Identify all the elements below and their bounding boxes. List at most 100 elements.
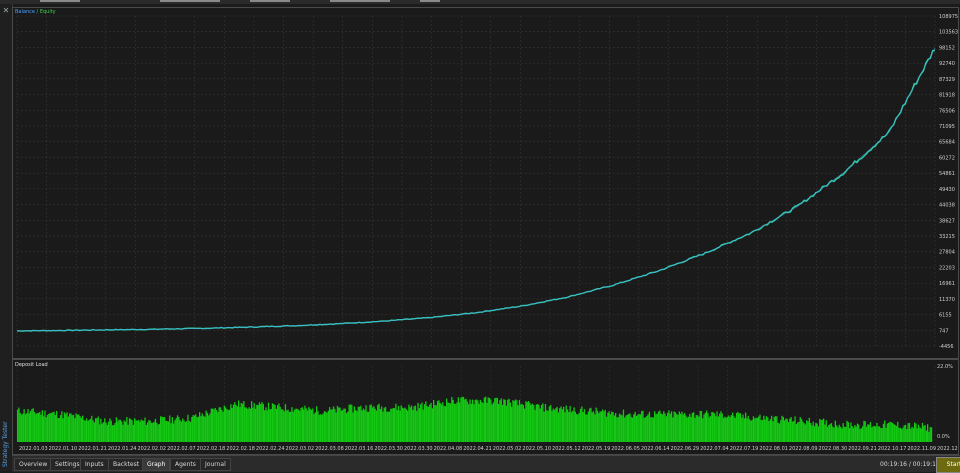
deposit-load-bar [810, 422, 812, 442]
deposit-load-bar [313, 413, 315, 442]
deposit-load-bar [366, 411, 368, 442]
close-icon[interactable]: ✕ [2, 7, 10, 15]
deposit-load-bar [266, 410, 268, 442]
deposit-load-bar [522, 405, 524, 442]
tab-inputs[interactable]: Inputs [80, 458, 109, 471]
vertical-title: Strategy Tester [2, 421, 9, 467]
deposit-load-bar [852, 428, 855, 442]
deposit-load-bar [773, 416, 775, 442]
deposit-load-bar [472, 399, 474, 442]
deposit-load-bar [858, 424, 860, 442]
deposit-load-bar [265, 407, 267, 442]
deposit-load-bar [44, 410, 46, 442]
deposit-load-bar [309, 408, 311, 442]
x-tick-label: 2022.03.02 [286, 446, 315, 452]
deposit-load-bar [828, 425, 830, 442]
x-tick-label: 2022.05.12 [552, 446, 581, 452]
deposit-load-bar [839, 426, 842, 442]
deposit-load-bar [928, 431, 930, 442]
deposit-load-bar [903, 425, 905, 442]
tab-journal[interactable]: Journal [200, 458, 231, 471]
deposit-load-bar [815, 422, 817, 442]
deposit-load-bar [786, 418, 788, 442]
deposit-load-bar [440, 404, 443, 442]
deposit-load-bar [433, 399, 435, 442]
deposit-load-bar [299, 410, 301, 442]
deposit-load-bar [431, 408, 433, 442]
deposit-load-bar [760, 420, 762, 442]
deposit-load-bar [24, 414, 27, 442]
deposit-load-bar [813, 426, 816, 442]
deposit-load-bar [105, 422, 107, 442]
deposit-load-bar [924, 425, 926, 442]
x-tick-label: 2022.02.18 [226, 446, 255, 452]
deposit-load-bar [407, 410, 409, 442]
tab-backtest[interactable]: Backtest [108, 458, 145, 471]
deposit-load-bar [787, 422, 790, 442]
y-tick-label: 76506 [939, 108, 955, 114]
deposit-load-bar [310, 409, 313, 442]
deposit-load-bar [745, 412, 747, 442]
tab-graph[interactable]: Graph [142, 458, 171, 471]
deposit-load-bar [377, 405, 379, 442]
x-tick-label: 2022.01.10 [49, 446, 78, 452]
y-tick-label: 27804 [939, 250, 955, 256]
tab-agents[interactable]: Agents [170, 458, 201, 471]
deposit-load-bar [304, 405, 306, 442]
deposit-load-bar [599, 411, 601, 442]
deposit-load-bar [514, 399, 517, 442]
deposit-load-bar [477, 400, 479, 442]
deposit-load-bar [157, 424, 159, 442]
deposit-load-bar [500, 398, 502, 442]
deposit-load-bar [654, 411, 656, 442]
deposit-load-bar [466, 401, 469, 442]
deposit-load-bar [859, 429, 861, 442]
deposit-load-bar [919, 427, 921, 442]
deposit-load-bar [889, 421, 891, 442]
deposit-load-bar [899, 427, 901, 442]
deposit-load-bar [336, 405, 339, 442]
deposit-load-bar [732, 412, 734, 442]
balance-chart: -4456 747 6155 11370 16961 22203 27804 33215 386… [16, 14, 958, 350]
deposit-load-bar [908, 422, 911, 442]
deposit-load-bar [570, 412, 573, 442]
deposit-load-bar [829, 424, 831, 442]
deposit-load-bar [617, 417, 619, 442]
deposit-load-bar [674, 412, 677, 442]
deposit-load-bar [319, 414, 322, 442]
tab-overview[interactable]: Overview [14, 458, 53, 471]
y-tick-label: 16961 [939, 281, 955, 287]
deposit-load-bar [383, 407, 385, 442]
deposit-load-bar [128, 418, 131, 442]
deposit-load-bar [738, 413, 740, 442]
deposit-load-bar [841, 428, 843, 442]
deposit-load-bar [45, 417, 47, 442]
deposit-load-bar [517, 405, 519, 442]
deposit-load-bar [568, 412, 570, 442]
deposit-load-bar [287, 409, 289, 442]
deposit-load-bar [37, 413, 40, 442]
deposit-load-bar [512, 400, 514, 442]
deposit-load-bar [657, 411, 660, 442]
deposit-load-bar [690, 416, 692, 442]
x-tick-label: 2022.05.19 [582, 446, 611, 452]
deposit-load-bar [325, 411, 327, 442]
deposit-load-bar [785, 418, 787, 442]
deposit-load-bar [189, 421, 192, 442]
deposit-load-bar [845, 426, 847, 442]
deposit-load-bar [357, 406, 359, 442]
deposit-load-bar [63, 412, 66, 442]
deposit-load-bar [780, 420, 782, 442]
deposit-load-bar [820, 419, 822, 442]
deposit-load-bar [149, 420, 151, 442]
deposit-load-bar [167, 421, 170, 442]
deposit-load-bar [784, 420, 786, 442]
deposit-load-bar [258, 402, 261, 442]
deposit-load-bar [379, 409, 381, 442]
deposit-load-bar [279, 406, 281, 442]
deposit-load-bar [754, 418, 756, 442]
deposit-load-bar [876, 422, 878, 442]
deposit-load-bar [677, 414, 679, 442]
deposit-load-bar [191, 417, 193, 442]
deposit-load-bar [638, 413, 640, 442]
